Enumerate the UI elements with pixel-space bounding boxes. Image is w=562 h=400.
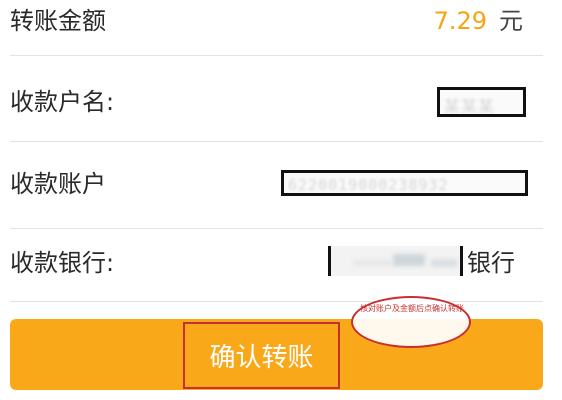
amount-row: 转账金额 7.29 元: [10, 0, 543, 56]
confirm-transfer-text: 确认转账: [209, 343, 314, 373]
payee-bank-redacted: [328, 246, 463, 276]
amount-value: 7.29: [433, 7, 487, 35]
amount-label: 转账金额: [10, 7, 106, 35]
payee-name-redacted: 某某某: [437, 87, 526, 117]
payee-name-value: 某某某: [444, 97, 496, 116]
amount-unit: 元: [499, 7, 523, 35]
confirm-transfer-label[interactable]: 确认转账: [183, 322, 340, 389]
payee-account-redacted: 6220019000238932: [281, 170, 528, 196]
payee-bank-label: 收款银行:: [10, 249, 115, 277]
annotation-note: 核对账户及金额后点确认转账: [360, 304, 464, 313]
redaction-blur: [353, 260, 393, 266]
amount-display: 7.29 元: [434, 6, 523, 36]
payee-account-label: 收款账户: [10, 170, 106, 198]
payee-bank-suffix: 银行: [467, 249, 515, 277]
payee-name-label: 收款户名:: [10, 88, 115, 116]
payee-bank-row: 收款银行:: [10, 229, 543, 302]
redaction-blur: [431, 259, 457, 267]
redaction-blur: [393, 254, 425, 266]
payee-account-value: 6220019000238932: [288, 176, 449, 194]
